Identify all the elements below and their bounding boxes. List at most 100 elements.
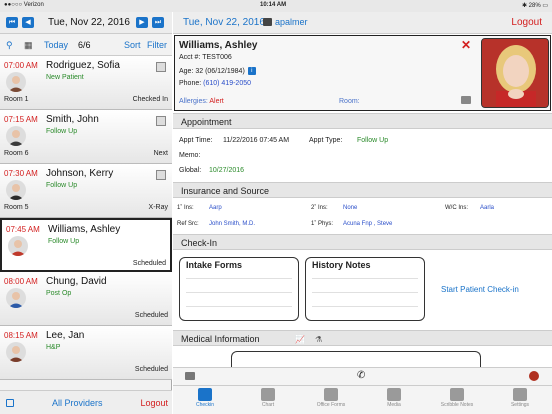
schedule-toolbar: ⚲ ▦ Today 6/6 Sort Filter	[0, 34, 172, 56]
chart-icon[interactable]: 📈	[295, 335, 305, 344]
appointment-time: 08:00 AM	[4, 277, 38, 286]
avatar	[6, 72, 26, 92]
divider	[186, 292, 292, 293]
wc-ins-label: W/C Ins:	[445, 205, 469, 211]
left-logout-button[interactable]: Logout	[140, 398, 168, 408]
lab-icon[interactable]: ⚗	[315, 335, 322, 344]
appointment-section-title: Appointment	[181, 117, 232, 127]
search-icon[interactable]: ⚲	[6, 40, 13, 51]
avatar	[6, 126, 26, 146]
calendar-icon[interactable]	[156, 170, 166, 180]
appointment-room: Room 1	[4, 96, 29, 103]
stop-icon[interactable]	[529, 371, 539, 381]
ref-src-value[interactable]: John Smith, M.D.	[209, 221, 255, 227]
allergies-label: Allergies:	[179, 98, 208, 105]
today-button[interactable]: Today	[44, 40, 68, 50]
primary-phys-label: 1˚ Phys:	[311, 221, 334, 227]
appointment-type: New Patient	[46, 74, 84, 81]
history-notes-box[interactable]: History Notes	[305, 257, 425, 321]
divider	[312, 306, 418, 307]
avatar	[6, 342, 26, 362]
phone-label: Phone:	[179, 80, 202, 87]
tab-media[interactable]: Media	[369, 388, 419, 408]
calendar-icon[interactable]	[156, 116, 166, 126]
appt-time-label: Appt Time:	[179, 137, 213, 144]
gear-icon	[513, 388, 527, 401]
memo-label: Memo:	[179, 152, 201, 159]
appointment-list-item[interactable]: 08:00 AM Chung, David Post Op Scheduled	[0, 272, 172, 326]
appointment-type: Follow Up	[48, 238, 80, 245]
patient-age: Age: 32 (06/12/1984)	[179, 67, 245, 75]
appointment-type: Follow Up	[46, 182, 78, 189]
patient-photo[interactable]	[481, 38, 549, 108]
schedule-date[interactable]: Tue, Nov 22, 2016	[48, 17, 130, 28]
appointment-room: Room 6	[4, 150, 29, 157]
secondary-ins-value[interactable]: None	[343, 205, 357, 211]
all-providers-button[interactable]: All Providers	[52, 398, 103, 408]
appointment-status: Scheduled	[132, 260, 166, 267]
appointment-patient-name: Johnson, Kerry	[46, 168, 114, 179]
allergies-row[interactable]: Allergies: Alert	[179, 98, 224, 105]
tab-chart[interactable]: Chart	[243, 388, 293, 408]
appointment-time: 07:45 AM	[6, 225, 40, 234]
tab-scribble-notes[interactable]: Scribble Notes	[432, 388, 482, 408]
close-icon[interactable]: ✕	[461, 38, 471, 52]
tab-label: Settings	[510, 402, 530, 408]
first-day-button[interactable]: ⏮	[6, 17, 18, 28]
start-checkin-button[interactable]: Start Patient Check-in	[441, 285, 519, 294]
appt-type-value: Follow Up	[357, 137, 389, 144]
calendar-icon[interactable]: ▦	[24, 40, 33, 51]
refresh-icon[interactable]	[6, 399, 14, 407]
room-label[interactable]: Room:	[339, 98, 360, 105]
primary-ins-value[interactable]: Aarp	[209, 205, 222, 211]
tab-checkin[interactable]: Checkin	[180, 388, 230, 408]
sort-button[interactable]: Sort	[124, 40, 141, 50]
intake-forms-box[interactable]: Intake Forms	[179, 257, 299, 321]
camera-icon[interactable]	[185, 372, 195, 380]
primary-phys-value[interactable]: Acuna Fnp , Steve	[343, 221, 392, 227]
appointment-patient-name: Smith, John	[46, 114, 99, 125]
camera-icon[interactable]	[461, 96, 471, 104]
appointment-type: Post Op	[46, 290, 72, 297]
medical-section-title: Medical Information	[181, 334, 260, 344]
detail-header: Tue, Nov 22, 2016 apalmer Logout	[173, 12, 552, 34]
ref-src-label: Ref Src:	[177, 221, 199, 227]
next-day-button[interactable]: ▶	[136, 17, 148, 28]
filter-button[interactable]: Filter	[147, 40, 167, 50]
calendar-icon[interactable]	[156, 62, 166, 72]
divider	[312, 278, 418, 279]
appointment-list-item[interactable]: 08:15 AM Lee, Jan H&P Scheduled	[0, 326, 172, 380]
appointment-time: 08:15 AM	[4, 331, 38, 340]
appointment-list-item[interactable]: 07:00 AM Rodriguez, Sofia New Patient Room …	[0, 56, 172, 110]
tab-office-forms[interactable]: Office Forms	[306, 388, 356, 408]
divider	[186, 306, 292, 307]
info-icon[interactable]: i	[247, 67, 256, 75]
appointment-status: Scheduled	[134, 366, 168, 373]
appointment-list-item[interactable]: 07:30 AM Johnson, Kerry Follow Up Room 5 X-R…	[0, 164, 172, 218]
divider	[312, 292, 418, 293]
appointment-type: Follow Up	[46, 128, 78, 135]
patient-phone[interactable]: (610) 419-2050	[203, 80, 251, 87]
tab-settings[interactable]: Settings	[495, 388, 545, 408]
last-day-button[interactable]: ⏭	[152, 17, 164, 28]
logout-button[interactable]: Logout	[511, 17, 542, 28]
appointment-list-item[interactable]: 07:45 AM Williams, Ashley Follow Up Schedul…	[0, 218, 172, 272]
medical-info-panel	[231, 351, 481, 367]
patient-name: Williams, Ashley	[179, 40, 258, 51]
pen-icon	[450, 388, 464, 401]
carrier-label: ●●○○○ Verizon	[4, 2, 44, 8]
appointment-list-item[interactable]: 07:15 AM Smith, John Follow Up Room 6 Next	[0, 110, 172, 164]
global-label: Global:	[179, 167, 202, 174]
action-bar: ✆	[173, 367, 552, 385]
clock: 10:14 AM	[260, 2, 287, 8]
medical-section-header: Medical Information 📈 ⚗	[173, 330, 552, 346]
prev-day-button[interactable]: ◀	[22, 17, 34, 28]
wc-ins-value[interactable]: Aarla	[480, 205, 494, 211]
patient-phone-row: Phone: (610) 419-2050	[179, 80, 251, 87]
current-user[interactable]: apalmer	[275, 17, 308, 27]
schedule-date-bar: ⏮ ◀ Tue, Nov 22, 2016 ▶ ⏭	[0, 12, 172, 34]
phone-icon[interactable]: ✆	[357, 370, 365, 381]
tab-label: Scribble Notes	[440, 402, 474, 408]
global-value: 10/27/2016	[209, 167, 245, 174]
appointment-patient-name: Rodriguez, Sofia	[46, 60, 120, 71]
